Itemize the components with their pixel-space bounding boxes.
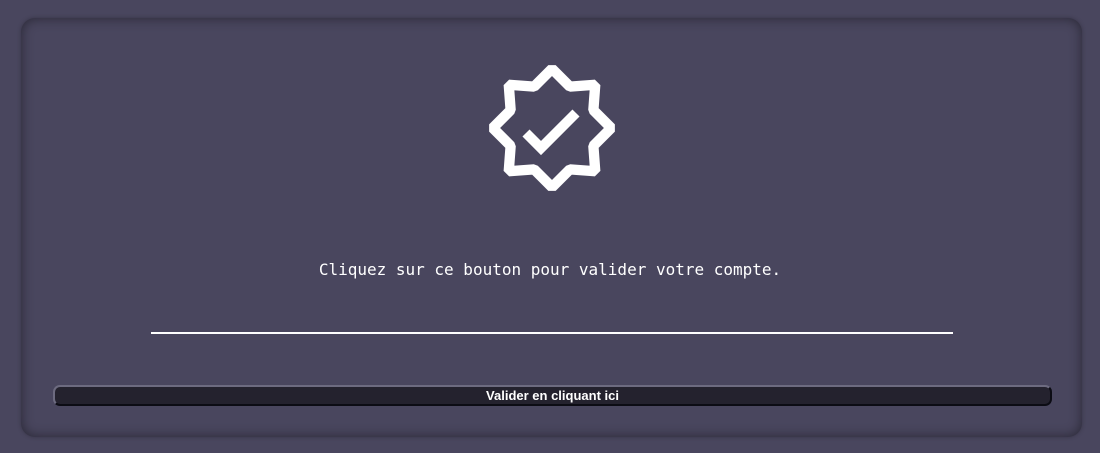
verified-badge-icon <box>484 60 620 196</box>
divider <box>151 332 953 334</box>
validation-message: Cliquez sur ce bouton pour valider votre… <box>318 260 782 279</box>
validate-button[interactable]: Valider en cliquant ici <box>53 385 1052 406</box>
